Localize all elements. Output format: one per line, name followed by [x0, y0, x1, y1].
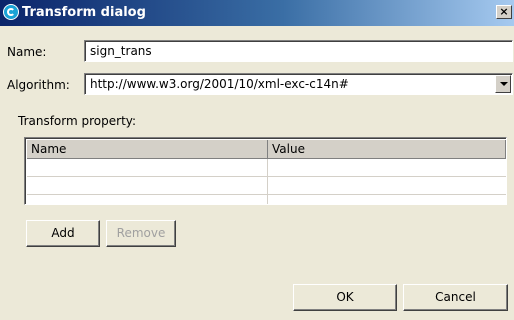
- table-row[interactable]: [27, 177, 506, 195]
- name-input[interactable]: sign_trans: [84, 40, 513, 62]
- column-header-value[interactable]: Value: [268, 140, 506, 159]
- cancel-button[interactable]: Cancel: [403, 284, 508, 311]
- transform-dialog: Transform dialog × Name: sign_trans Algo…: [0, 0, 514, 320]
- eclipse-app-icon: [3, 4, 19, 20]
- column-header-name[interactable]: Name: [27, 140, 268, 159]
- table-row[interactable]: [27, 195, 506, 204]
- ok-button[interactable]: OK: [293, 284, 397, 311]
- close-button[interactable]: ×: [496, 5, 512, 19]
- chevron-down-icon[interactable]: [495, 75, 511, 93]
- name-input-value: sign_trans: [90, 44, 152, 58]
- add-button[interactable]: Add: [26, 220, 100, 247]
- window-title: Transform dialog: [22, 5, 146, 20]
- table-row[interactable]: [27, 159, 506, 177]
- name-label: Name:: [7, 45, 47, 59]
- remove-button[interactable]: Remove: [106, 220, 176, 247]
- close-icon: ×: [499, 5, 509, 18]
- algorithm-label: Algorithm:: [7, 78, 70, 92]
- transform-property-table[interactable]: Name Value: [24, 137, 507, 205]
- title-bar[interactable]: Transform dialog ×: [0, 0, 514, 26]
- algorithm-select-value: http://www.w3.org/2001/10/xml-exc-c14n#: [90, 77, 349, 91]
- algorithm-select[interactable]: http://www.w3.org/2001/10/xml-exc-c14n#: [84, 73, 513, 95]
- transform-property-label: Transform property:: [18, 114, 137, 128]
